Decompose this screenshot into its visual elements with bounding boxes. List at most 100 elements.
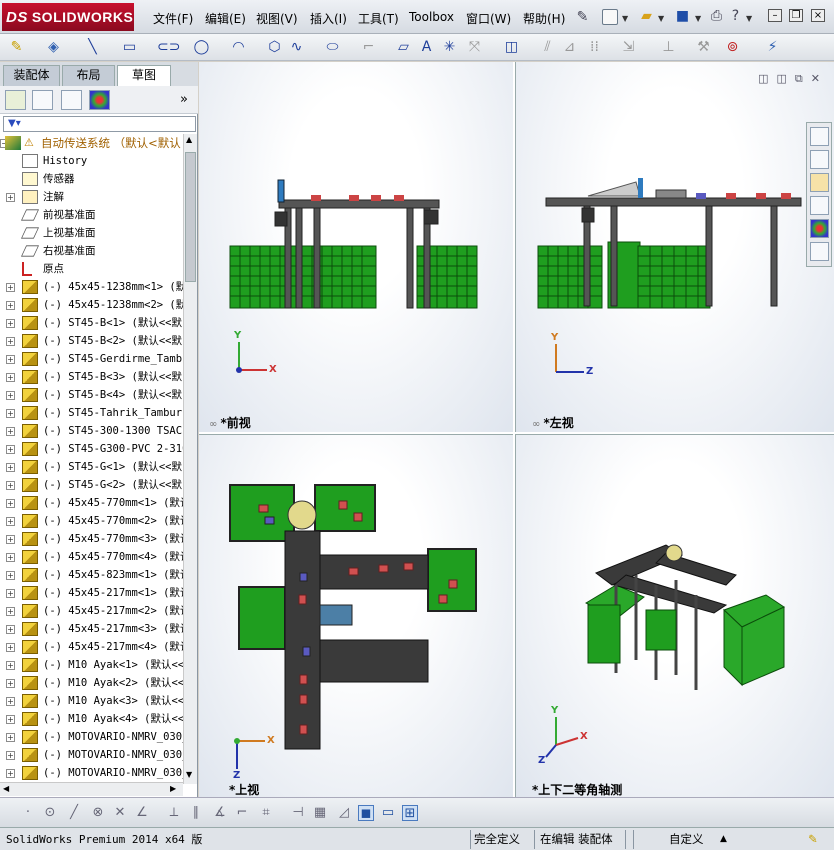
viewport-isometric[interactable]: Y X Z *上下二等角轴测 (515, 434, 834, 797)
status-units[interactable]: 自定义 (669, 831, 704, 848)
tree-item[interactable]: + (-) MOTOVARIO-NMRV_030_ (0, 764, 183, 782)
new-document-icon[interactable] (602, 9, 618, 25)
line-icon[interactable]: ╱ (66, 805, 82, 821)
expand-icon[interactable]: + (6, 283, 15, 292)
expand-icon[interactable]: + (6, 553, 15, 562)
trim-icon[interactable]: ⤧ (466, 39, 483, 56)
tree-item[interactable]: + (-) ST45-B<3> (默认<<默 (0, 368, 183, 386)
expand-icon[interactable]: + (6, 733, 15, 742)
tree-item[interactable]: + (-) ST45-B<1> (默认<<默 (0, 314, 183, 332)
appearances-icon[interactable] (810, 219, 829, 238)
scroll-thumb[interactable] (185, 152, 196, 282)
angle-icon[interactable]: ∡ (212, 805, 228, 821)
expand-panel-icon[interactable]: » (180, 92, 188, 107)
viewport-left[interactable]: ◫◫⧉✕ Y Z ∞ *左视 (515, 62, 834, 432)
expand-icon[interactable]: + (6, 409, 15, 418)
tree-item[interactable]: History (0, 152, 183, 170)
tab-assembly[interactable]: 装配体 (3, 65, 60, 86)
tree-horizontal-scrollbar[interactable]: ◀ ▶ (0, 782, 183, 796)
circle-icon[interactable]: ◯ (193, 39, 210, 56)
tree-item[interactable]: 右视基准面 (0, 242, 183, 260)
menu-edit[interactable]: 编辑(E) (205, 10, 246, 27)
slot-icon[interactable]: ⊂⊃ (157, 39, 180, 56)
tree-item[interactable]: 上视基准面 (0, 224, 183, 242)
view-palette-icon[interactable] (810, 196, 829, 215)
tree-item[interactable]: + (-) 45x45-217mm<4> (默认 (0, 638, 183, 656)
tree-item[interactable]: + (-) 45x45-770mm<3> (默认 (0, 530, 183, 548)
expand-icon[interactable]: + (6, 607, 15, 616)
arc-icon[interactable]: ◠ (230, 39, 247, 56)
menu-view[interactable]: 视图(V) (256, 10, 298, 27)
appearance-icon[interactable] (89, 90, 110, 110)
circle-center-icon[interactable]: ⊙ (42, 805, 58, 821)
tree-item[interactable]: 原点 (0, 260, 183, 278)
tree-item[interactable]: + (-) 45x45-1238mm<1> (默 (0, 278, 183, 296)
close-icon[interactable]: × (811, 9, 825, 22)
expand-icon[interactable]: + (6, 445, 15, 454)
menu-help[interactable]: 帮助(H) (523, 10, 565, 27)
menu-tools[interactable]: 工具(T) (358, 10, 399, 27)
single-view-icon[interactable]: ▭ (380, 805, 396, 821)
tree-item[interactable]: + (-) 45x45-217mm<2> (默认 (0, 602, 183, 620)
expand-icon[interactable]: + (6, 427, 15, 436)
line-icon[interactable]: ╲ (84, 39, 101, 56)
intersection-icon[interactable]: ✕ (112, 805, 128, 821)
tree-item[interactable]: + (-) M10 Ayak<4> (默认<< (0, 710, 183, 728)
viewport-top[interactable]: X Z *上视 (199, 434, 513, 797)
propertymanager-icon[interactable] (32, 90, 53, 110)
repair-sketch-icon[interactable]: ⚒ (695, 39, 712, 56)
offset-icon[interactable]: ⫽ (539, 39, 556, 56)
rapid-sketch-icon[interactable]: ⚡ (764, 39, 781, 56)
convert-entities-icon[interactable]: ◫ (503, 39, 520, 56)
restore-icon[interactable]: ❐ (789, 9, 803, 22)
grid-icon[interactable]: ▦ (312, 805, 328, 821)
perpendicular-icon[interactable]: ⟂ (166, 805, 182, 821)
tree-item[interactable]: + (-) 45x45-1238mm<2> (默 (0, 296, 183, 314)
scroll-up-icon[interactable]: ▲ (186, 135, 192, 144)
expand-icon[interactable]: + (6, 373, 15, 382)
scroll-right-icon[interactable]: ▶ (170, 784, 176, 793)
dimension-icon[interactable]: ⊣ (290, 805, 306, 821)
expand-icon[interactable]: + (6, 463, 15, 472)
tree-filter[interactable]: ▼▾ (3, 116, 196, 132)
menu-window[interactable]: 窗口(W) (466, 10, 511, 27)
scroll-down-icon[interactable]: ▼ (186, 770, 192, 779)
expand-icon[interactable]: + (6, 535, 15, 544)
expand-icon[interactable]: + (6, 517, 15, 526)
expand-icon[interactable]: + (6, 679, 15, 688)
expand-icon[interactable]: + (6, 625, 15, 634)
triangle-icon[interactable]: ◿ (336, 805, 352, 821)
expand-icon[interactable]: + (6, 319, 15, 328)
chevron-down-icon[interactable]: ▼ (658, 14, 664, 23)
tree-item[interactable]: + (-) 45x45-823mm<1> (默认 (0, 566, 183, 584)
tree-item[interactable]: + (-) ST45-B<4> (默认<<默 (0, 386, 183, 404)
expand-icon[interactable]: + (6, 337, 15, 346)
expand-icon[interactable]: + (6, 571, 15, 580)
tree-item[interactable]: + (-) ST45-300-1300 TSACI (0, 422, 183, 440)
expand-icon[interactable]: + (6, 391, 15, 400)
file-explorer-icon[interactable] (810, 173, 829, 192)
tree-item[interactable]: + (-) 45x45-217mm<3> (默认 (0, 620, 183, 638)
shaded-display-icon[interactable]: ◼ (358, 805, 374, 821)
point-icon[interactable]: ✳ (441, 39, 458, 56)
tree-item[interactable]: + (-) M10 Ayak<1> (默认<< (0, 656, 183, 674)
custom-properties-icon[interactable] (810, 242, 829, 261)
tree-item[interactable]: + (-) 45x45-770mm<4> (默认 (0, 548, 183, 566)
four-view-icon[interactable]: ⊞ (402, 805, 418, 821)
rectangle-icon[interactable]: ▭ (121, 39, 138, 56)
chevron-down-icon[interactable]: ▼ (695, 14, 701, 23)
expand-icon[interactable]: + (6, 499, 15, 508)
tree-item[interactable]: + (-) ST45-G300-PVC 2-316 (0, 440, 183, 458)
expand-icon[interactable]: + (6, 301, 15, 310)
point-icon[interactable]: · (20, 805, 36, 821)
save-icon[interactable]: ■ (674, 8, 691, 25)
configurationmanager-icon[interactable] (61, 90, 82, 110)
tree-item[interactable]: 前视基准面 (0, 206, 183, 224)
tree-item[interactable]: + (-) ST45-Gerdirme_Tambu (0, 350, 183, 368)
viewport-front[interactable]: Y X ∞ *前视 (199, 62, 513, 432)
tab-layout[interactable]: 布局 (62, 65, 115, 86)
tree-item[interactable]: + (-) 45x45-217mm<1> (默认 (0, 584, 183, 602)
expand-icon[interactable]: + (6, 715, 15, 724)
text-icon[interactable]: A (418, 39, 435, 56)
parallel-icon[interactable]: ∥ (188, 805, 204, 821)
